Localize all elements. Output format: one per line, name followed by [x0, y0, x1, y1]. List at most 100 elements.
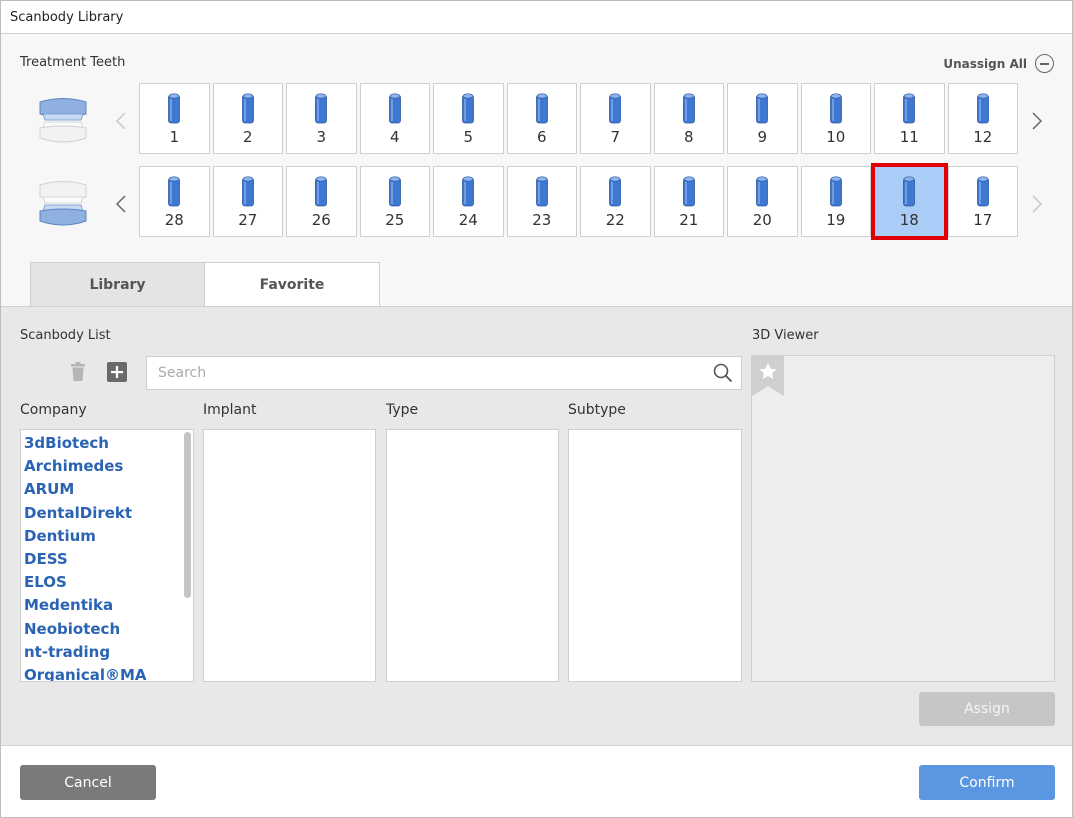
- search-icon[interactable]: [713, 363, 733, 383]
- company-item[interactable]: Medentika: [24, 594, 193, 617]
- chevron-right-icon: [1032, 112, 1042, 130]
- chevron-left-icon: [116, 195, 126, 213]
- scanbody-cylinder-icon: [388, 176, 401, 207]
- tooth-7[interactable]: 7: [580, 83, 651, 154]
- plus-square-icon: [107, 362, 127, 382]
- tooth-26[interactable]: 26: [286, 166, 357, 237]
- company-item[interactable]: Dentium: [24, 525, 193, 548]
- jaw-upper-icon[interactable]: [37, 96, 89, 146]
- tooth-21[interactable]: 21: [653, 166, 724, 237]
- tooth-3[interactable]: 3: [286, 83, 357, 154]
- tooth-24[interactable]: 24: [433, 166, 504, 237]
- scanbody-cylinder-icon: [903, 176, 916, 207]
- tooth-23[interactable]: 23: [506, 166, 577, 237]
- tooth-20[interactable]: 20: [727, 166, 798, 237]
- tooth-number: 23: [532, 211, 552, 229]
- company-item[interactable]: ARUM: [24, 478, 193, 501]
- upper-prev-arrow[interactable]: [113, 106, 129, 136]
- scanbody-cylinder-icon: [535, 176, 548, 207]
- tooth-10[interactable]: 10: [800, 83, 871, 154]
- tooth-1[interactable]: 1: [139, 83, 210, 154]
- tooth-25[interactable]: 25: [359, 166, 430, 237]
- tooth-27[interactable]: 27: [212, 166, 283, 237]
- tooth-number: 7: [610, 128, 621, 146]
- scanbody-cylinder-icon: [609, 93, 622, 124]
- tooth-4[interactable]: 4: [359, 83, 430, 154]
- company-item[interactable]: Organical®MA: [24, 664, 193, 681]
- dialog-footer: Cancel Confirm: [1, 745, 1072, 817]
- tooth-18[interactable]: 18: [871, 163, 948, 240]
- scanbody-panel: Scanbody List 3D Viewer Company Im: [1, 306, 1072, 745]
- tooth-number: 8: [683, 128, 694, 146]
- tooth-number: 21: [679, 211, 699, 229]
- subtype-column-label: Subtype: [568, 402, 626, 418]
- tooth-number: 5: [463, 128, 474, 146]
- tooth-22[interactable]: 22: [580, 166, 651, 237]
- tooth-11[interactable]: 11: [874, 83, 945, 154]
- scanbody-cylinder-icon: [315, 93, 328, 124]
- scanbody-cylinder-icon: [241, 93, 254, 124]
- company-item[interactable]: DESS: [24, 548, 193, 571]
- company-item[interactable]: nt-trading: [24, 641, 193, 664]
- scanbody-cylinder-icon: [976, 93, 989, 124]
- tooth-number: 12: [973, 128, 993, 146]
- tooth-number: 28: [164, 211, 184, 229]
- delete-button[interactable]: [67, 361, 89, 383]
- scanbody-cylinder-icon: [388, 93, 401, 124]
- jaw-lower-icon[interactable]: [37, 179, 89, 229]
- company-item[interactable]: DentalDirekt: [24, 502, 193, 525]
- scanbody-cylinder-icon: [241, 176, 254, 207]
- scanbody-cylinder-icon: [829, 93, 842, 124]
- cancel-button[interactable]: Cancel: [20, 765, 156, 800]
- tooth-17[interactable]: 17: [947, 166, 1018, 237]
- library-tabs: Library Favorite: [30, 262, 380, 307]
- viewer-3d[interactable]: [751, 355, 1055, 682]
- search-input[interactable]: [147, 357, 687, 389]
- tooth-12[interactable]: 12: [947, 83, 1018, 154]
- lower-next-arrow[interactable]: [1029, 189, 1045, 219]
- company-item[interactable]: 3dBiotech: [24, 432, 193, 455]
- type-list[interactable]: [386, 429, 559, 682]
- company-list: 3dBiotech Archimedes ARUM DentalDirekt Denti…: [20, 429, 194, 682]
- star-bookmark-icon[interactable]: [752, 356, 784, 396]
- tooth-number: 22: [605, 211, 625, 229]
- lower-prev-arrow[interactable]: [113, 189, 129, 219]
- tooth-number: 4: [389, 128, 400, 146]
- assign-button[interactable]: Assign: [919, 692, 1055, 726]
- tooth-8[interactable]: 8: [653, 83, 724, 154]
- tooth-28[interactable]: 28: [139, 166, 210, 237]
- title-bar: Scanbody Library: [1, 1, 1072, 34]
- tooth-number: 1: [169, 128, 180, 146]
- scanbody-cylinder-icon: [903, 93, 916, 124]
- company-item[interactable]: Neobiotech: [24, 618, 193, 641]
- add-button[interactable]: [106, 361, 128, 383]
- tooth-19[interactable]: 19: [800, 166, 871, 237]
- scanbody-cylinder-icon: [682, 176, 695, 207]
- upper-next-arrow[interactable]: [1029, 106, 1045, 136]
- tooth-number: 24: [458, 211, 478, 229]
- unassign-all-button[interactable]: Unassign All: [943, 54, 1054, 73]
- tooth-5[interactable]: 5: [433, 83, 504, 154]
- company-item[interactable]: ELOS: [24, 571, 193, 594]
- scanbody-library-window: Scanbody Library Treatment Teeth Unassig…: [0, 0, 1073, 818]
- scanbody-cylinder-icon: [682, 93, 695, 124]
- tooth-number: 25: [385, 211, 405, 229]
- tab-library[interactable]: Library: [30, 262, 205, 307]
- unassign-all-label: Unassign All: [943, 56, 1027, 71]
- tab-favorite[interactable]: Favorite: [205, 262, 380, 307]
- scanbody-list-label: Scanbody List: [20, 328, 111, 343]
- implant-column-label: Implant: [203, 402, 257, 418]
- tooth-2[interactable]: 2: [212, 83, 283, 154]
- tooth-number: 18: [899, 211, 919, 229]
- confirm-button[interactable]: Confirm: [919, 765, 1055, 800]
- scanbody-cylinder-icon: [168, 176, 181, 207]
- company-scrollbar[interactable]: [184, 432, 191, 598]
- company-item[interactable]: Archimedes: [24, 455, 193, 478]
- implant-list[interactable]: [203, 429, 376, 682]
- scanbody-cylinder-icon: [315, 176, 328, 207]
- tooth-9[interactable]: 9: [727, 83, 798, 154]
- subtype-list[interactable]: [568, 429, 742, 682]
- company-items: 3dBiotech Archimedes ARUM DentalDirekt Denti…: [21, 430, 193, 681]
- upper-teeth-row: 1 2 3 4 5 6 7 8 9 10 11 12: [139, 83, 1018, 154]
- tooth-6[interactable]: 6: [506, 83, 577, 154]
